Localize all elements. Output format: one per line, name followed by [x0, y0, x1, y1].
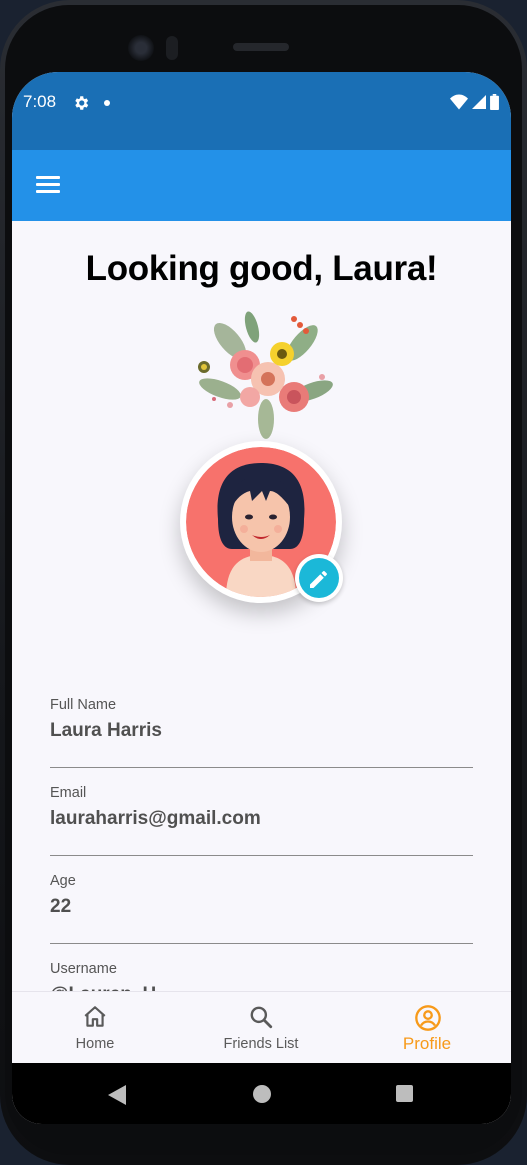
nav-item-friends-list[interactable]: Friends List [191, 992, 331, 1064]
field-label: Full Name [50, 697, 117, 713]
field-label: Email [50, 785, 87, 801]
age-field[interactable]: Age 22 [50, 873, 473, 944]
battery-icon [490, 94, 499, 110]
flower-bouquet-illustration [198, 311, 333, 439]
field-value: lauraharris@gmail.com [50, 808, 261, 829]
gear-icon [75, 96, 89, 110]
home-icon [84, 1006, 106, 1027]
field-label: Username [50, 961, 117, 977]
app-bar [12, 150, 511, 221]
profile-content: Looking good, Laura! Full Name Laura Har… [12, 221, 511, 1032]
nav-item-profile[interactable]: Profile [357, 992, 497, 1064]
nav-item-home[interactable]: Home [25, 992, 165, 1064]
wifi-icon [450, 94, 468, 110]
earpiece-speaker [233, 43, 289, 51]
phone-frame: 7:08 Looking good, Laura! Full Name Laur… [0, 0, 527, 1165]
home-button-icon[interactable] [253, 1085, 271, 1103]
bottom-navigation: Home Friends List Profile [12, 991, 511, 1064]
back-icon[interactable] [108, 1085, 126, 1105]
full-name-field[interactable]: Full Name Laura Harris [50, 697, 473, 768]
front-camera [128, 35, 154, 61]
edit-avatar-button[interactable] [295, 554, 343, 602]
page-title: Looking good, Laura! [85, 249, 438, 288]
system-navigation-bar [12, 1063, 511, 1124]
status-right-icons [450, 94, 499, 110]
pencil-icon [310, 571, 327, 588]
field-value: Laura Harris [50, 720, 162, 741]
email-field[interactable]: Email lauraharris@gmail.com [50, 785, 473, 856]
field-value: 22 [50, 896, 72, 917]
notification-dot-icon [104, 100, 110, 106]
hamburger-menu-icon[interactable] [36, 176, 60, 194]
status-bar: 7:08 [12, 72, 511, 150]
field-label: Age [50, 873, 76, 889]
profile-icon [415, 1005, 441, 1031]
nav-label-friends-list: Friends List [223, 1036, 299, 1052]
screen: 7:08 Looking good, Laura! Full Name Laur… [12, 72, 511, 1124]
nav-label-home: Home [75, 1036, 115, 1052]
search-icon [250, 1006, 273, 1029]
status-time: 7:08 [23, 92, 57, 111]
recent-apps-icon[interactable] [396, 1085, 413, 1102]
camera-sensor [166, 36, 178, 60]
nav-label-profile: Profile [402, 1034, 452, 1053]
signal-icon [472, 95, 486, 109]
